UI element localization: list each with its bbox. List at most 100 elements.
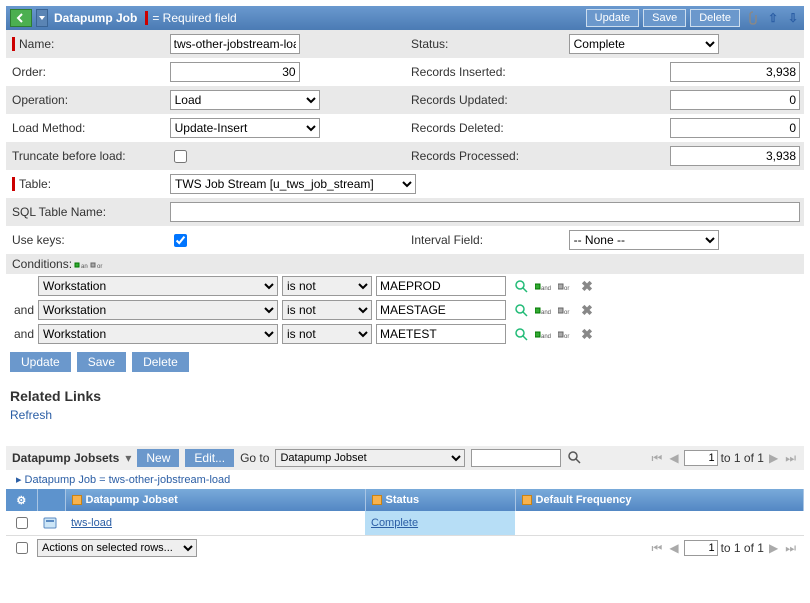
add-or-icon[interactable]: or <box>556 277 574 295</box>
back-button[interactable] <box>10 9 32 27</box>
pager-page-top[interactable] <box>684 450 718 466</box>
select-all-checkbox[interactable] <box>16 542 28 554</box>
pager-page-bottom[interactable] <box>684 540 718 556</box>
row-status-link[interactable]: Complete <box>371 517 418 529</box>
cube-icon <box>372 495 382 505</box>
refresh-link[interactable]: Refresh <box>6 406 56 424</box>
status-label: Status: <box>411 37 448 51</box>
truncate-checkbox[interactable] <box>174 150 187 163</box>
svg-text:and: and <box>541 310 551 316</box>
update-button[interactable]: Update <box>10 352 71 372</box>
svg-text:and: and <box>81 264 88 270</box>
actions-select[interactable]: Actions on selected rows... <box>37 539 197 557</box>
delete-cond-icon[interactable]: ✖ <box>578 325 596 343</box>
load-method-select[interactable]: Update-Insert <box>170 118 320 138</box>
add-and-icon[interactable]: and <box>534 301 552 319</box>
svg-text:and: and <box>541 286 551 292</box>
svg-text:or: or <box>564 286 569 292</box>
table-select[interactable]: TWS Job Stream [u_tws_job_stream] <box>170 174 416 194</box>
cond-field-select[interactable]: Workstation <box>38 300 278 320</box>
related-links-heading: Related Links <box>6 378 804 406</box>
row-jobset-link[interactable]: tws-load <box>71 517 112 529</box>
order-input[interactable] <box>170 62 300 82</box>
pager-of-bottom: to 1 of 1 <box>721 541 764 555</box>
lookup-icon[interactable] <box>512 325 530 343</box>
sql-table-input[interactable] <box>170 202 800 222</box>
sql-table-label: SQL Table Name: <box>12 205 106 219</box>
row-freq <box>515 511 804 535</box>
cond-value-input[interactable] <box>376 300 506 320</box>
cond-op-select[interactable]: is not <box>282 276 372 296</box>
delete-cond-icon[interactable]: ✖ <box>578 277 596 295</box>
svg-text:and: and <box>541 334 551 340</box>
search-icon[interactable] <box>567 450 581 467</box>
delete-cond-icon[interactable]: ✖ <box>578 301 596 319</box>
record-icon[interactable] <box>43 516 57 530</box>
cond-value-input[interactable] <box>376 324 506 344</box>
pager-next-top[interactable]: ▶ <box>767 451 780 465</box>
save-button[interactable]: Save <box>77 352 126 372</box>
up-arrow-icon[interactable]: ⇧ <box>766 11 780 25</box>
svg-text:or: or <box>97 264 102 270</box>
name-label: Name: <box>12 37 54 51</box>
svg-text:or: or <box>564 310 569 316</box>
add-and-icon[interactable]: and <box>534 277 552 295</box>
required-mark <box>145 11 148 25</box>
name-input[interactable] <box>170 34 300 54</box>
col-jobset[interactable]: Datapump Jobset <box>86 494 178 506</box>
rec-processed-value <box>670 146 800 166</box>
pager-last-top[interactable]: ⏭ <box>783 451 798 466</box>
pager-first-top[interactable]: ⏮ <box>650 451 665 466</box>
pager-prev-top[interactable]: ◀ <box>667 451 680 465</box>
add-and-icon[interactable]: and <box>534 325 552 343</box>
list-title: Datapump Jobsets <box>12 451 119 465</box>
col-status[interactable]: Status <box>386 494 420 506</box>
add-or-icon[interactable]: or <box>556 325 574 343</box>
pager-first-bottom[interactable]: ⏮ <box>650 541 665 556</box>
add-or-icon[interactable]: or <box>90 257 104 271</box>
cond-value-input[interactable] <box>376 276 506 296</box>
pager-last-bottom[interactable]: ⏭ <box>783 541 798 556</box>
cond-op-select[interactable]: is not <box>282 300 372 320</box>
delete-button-top[interactable]: Delete <box>690 9 740 27</box>
table-row: tws-load Complete <box>6 511 804 535</box>
goto-search-input[interactable] <box>471 449 561 467</box>
interval-field-select[interactable]: -- None -- <box>569 230 719 250</box>
col-freq[interactable]: Default Frequency <box>536 494 632 506</box>
operation-select[interactable]: Load <box>170 90 320 110</box>
back-dropdown[interactable] <box>36 9 48 27</box>
breadcrumb[interactable]: Datapump Job = tws-other-jobstream-load <box>25 474 231 486</box>
down-arrow-icon[interactable]: ⇩ <box>786 11 800 25</box>
new-button[interactable]: New <box>137 449 179 467</box>
cube-icon <box>522 495 532 505</box>
attachment-icon[interactable] <box>746 11 760 25</box>
add-or-icon[interactable]: or <box>556 301 574 319</box>
truncate-label: Truncate before load: <box>12 149 126 163</box>
status-select[interactable]: Complete <box>569 34 719 54</box>
goto-label: Go to <box>240 451 269 465</box>
goto-field-select[interactable]: Datapump Jobset <box>275 449 465 467</box>
delete-button[interactable]: Delete <box>132 352 189 372</box>
rec-updated-label: Records Updated: <box>411 93 508 107</box>
rec-deleted-label: Records Deleted: <box>411 121 504 135</box>
rec-deleted-value <box>670 118 800 138</box>
save-button-top[interactable]: Save <box>643 9 686 27</box>
row-checkbox[interactable] <box>16 517 28 529</box>
edit-button[interactable]: Edit... <box>185 449 234 467</box>
gear-icon[interactable]: ⚙ <box>16 495 26 507</box>
cond-op-select[interactable]: is not <box>282 324 372 344</box>
add-and-icon[interactable]: and <box>74 257 88 271</box>
cond-field-select[interactable]: Workstation <box>38 324 278 344</box>
lookup-icon[interactable] <box>512 301 530 319</box>
cond-prefix: and <box>14 303 38 317</box>
cond-prefix: and <box>14 327 38 341</box>
update-button-top[interactable]: Update <box>586 9 639 27</box>
interval-field-label: Interval Field: <box>411 233 483 247</box>
order-label: Order: <box>12 65 46 79</box>
use-keys-checkbox[interactable] <box>174 234 187 247</box>
list-title-dropdown[interactable]: ▾ <box>125 451 131 465</box>
pager-prev-bottom[interactable]: ◀ <box>667 541 680 555</box>
pager-next-bottom[interactable]: ▶ <box>767 541 780 555</box>
cond-field-select[interactable]: Workstation <box>38 276 278 296</box>
lookup-icon[interactable] <box>512 277 530 295</box>
